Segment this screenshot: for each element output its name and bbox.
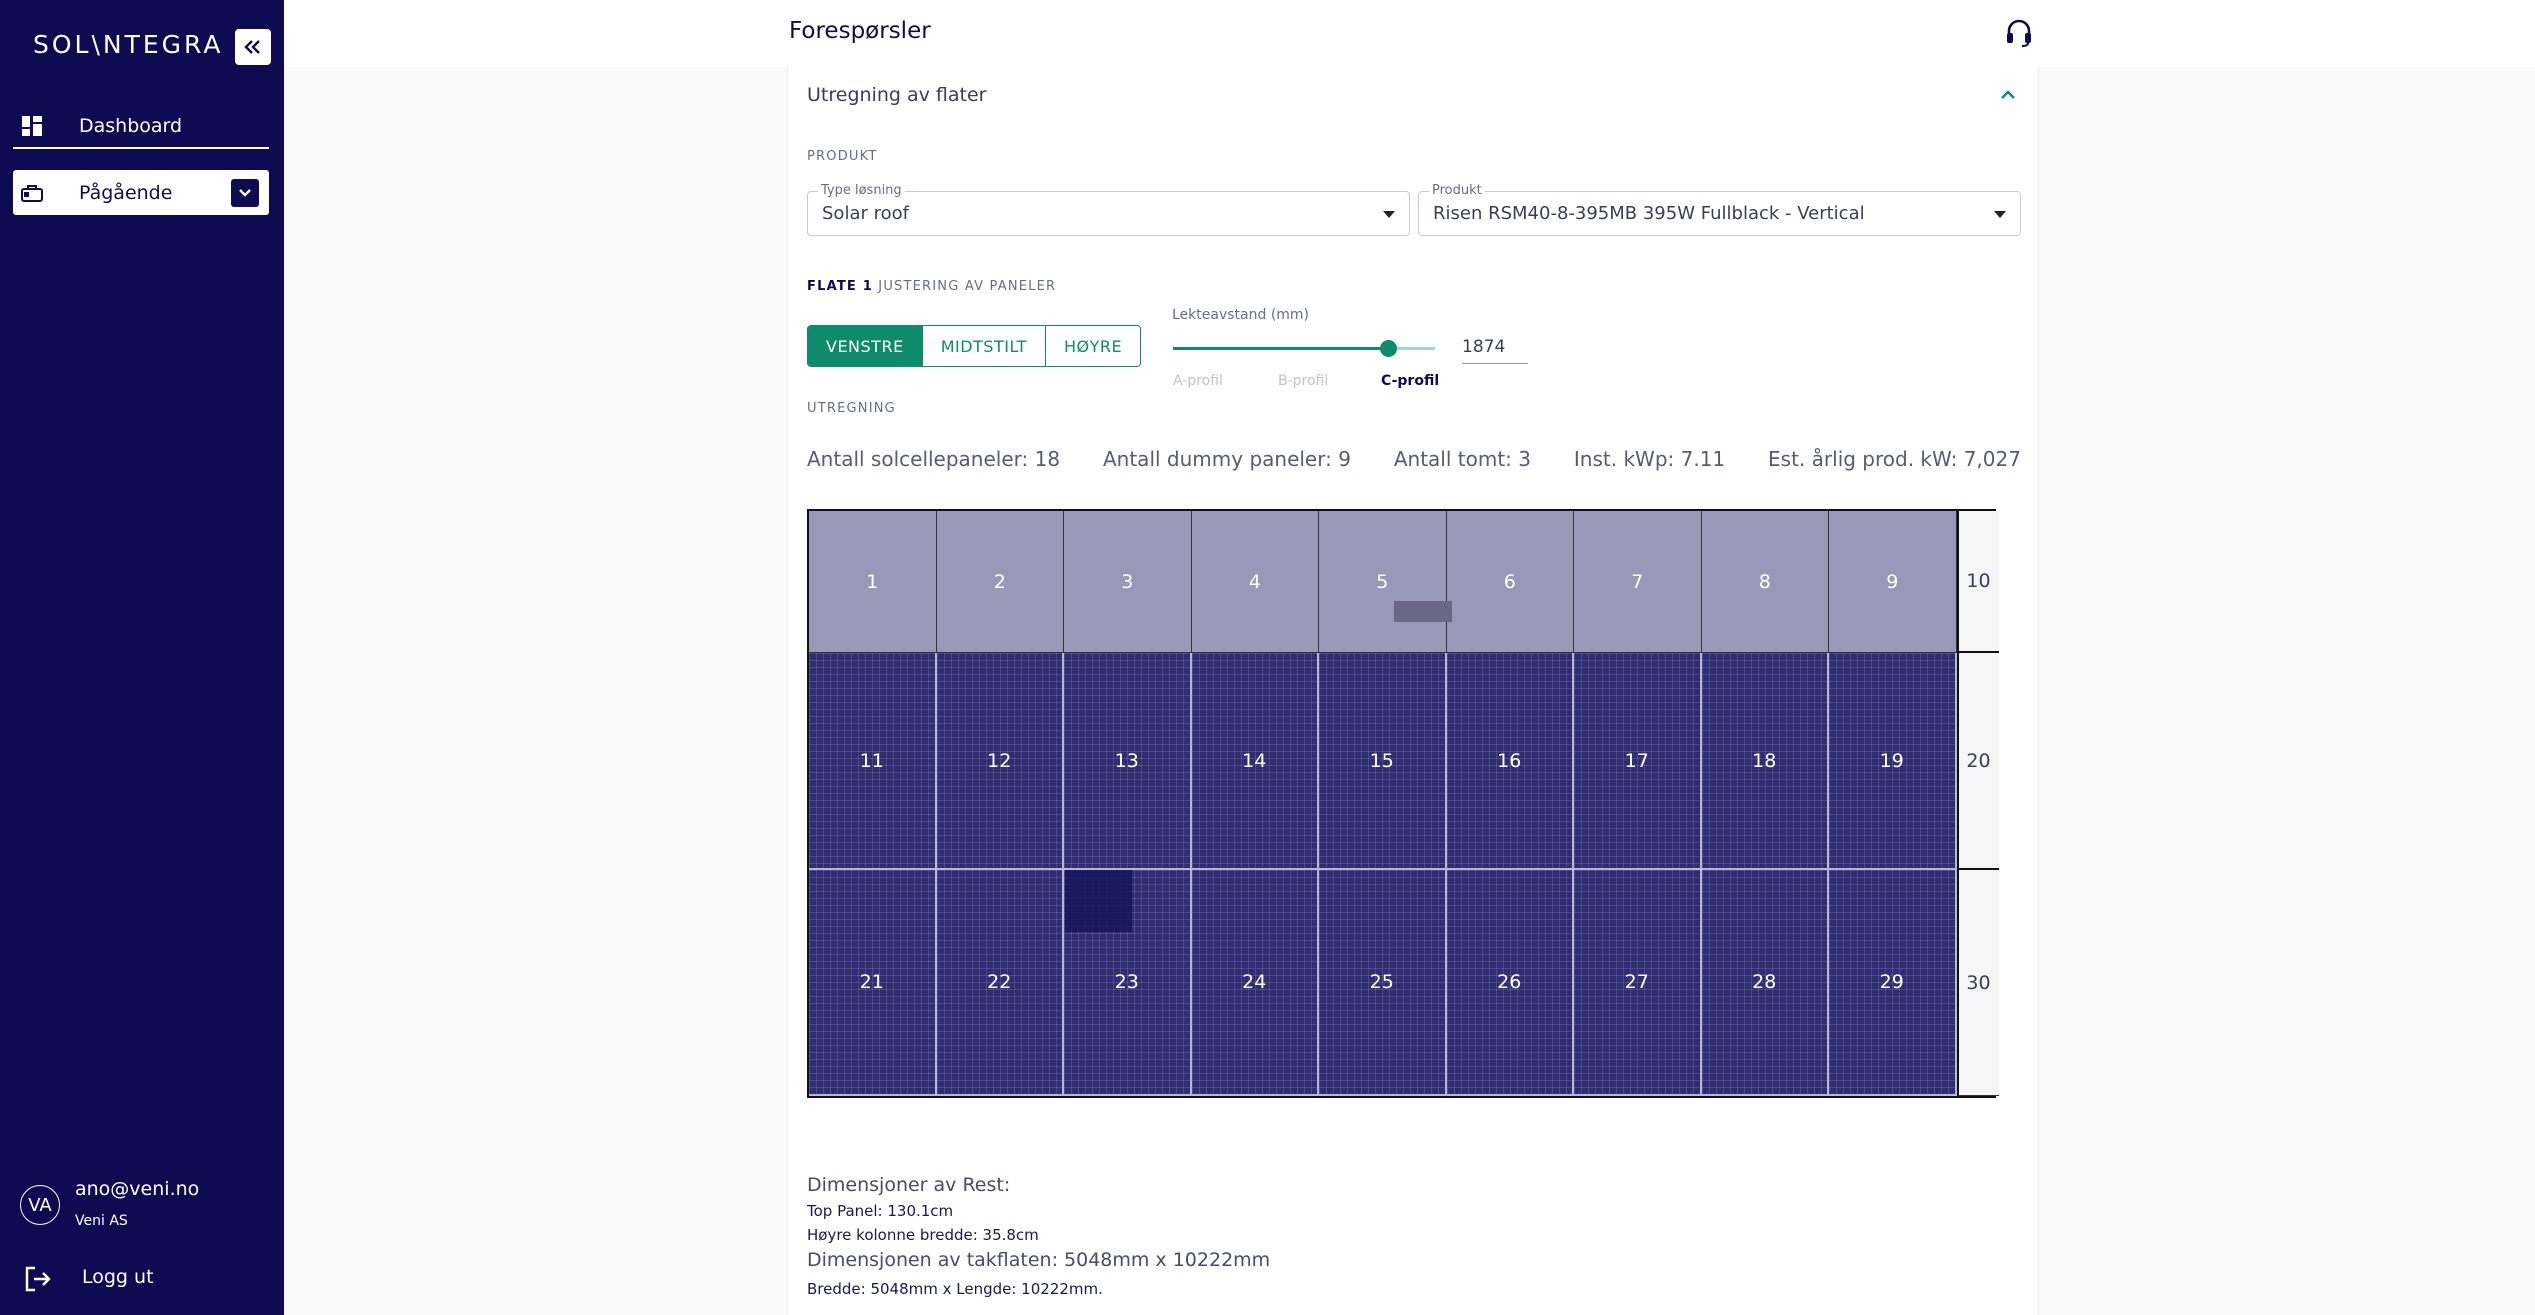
type-select-value: Solar roof [822,203,909,224]
solar-panel[interactable]: 16 [1446,653,1574,870]
solar-panel[interactable]: 28 [1701,870,1829,1096]
flate-subtitle: JUSTERING AV PANELER [878,279,1057,294]
empty-slot[interactable]: 20 [1956,653,1999,870]
empty-slot[interactable]: 30 [1956,870,1999,1096]
alignment-toggle-group: VENSTRE MIDTSTILT HØYRE [807,325,1142,367]
top-bar: Forespørsler [284,0,2535,67]
dummy-panel[interactable]: 6 [1446,511,1574,653]
empty-slot[interactable]: 10 [1956,511,1999,653]
logout-icon[interactable] [24,1266,52,1292]
right-column-dim: Høyre kolonne bredde: 35.8cm [807,1226,1039,1244]
dummy-panel[interactable]: 7 [1574,511,1702,653]
panel-row: 1 2 3 4 5 6 7 8 9 10 [809,511,1999,653]
solar-panel[interactable]: 13 [1064,653,1192,870]
user-email: ano@veni.no [75,1178,200,1200]
solar-panel[interactable]: 19 [1829,653,1957,870]
double-chevron-left-icon [244,40,260,54]
shadow-marker [1065,870,1132,932]
flate-heading: FLATE 1 JUSTERING AV PANELER [807,279,1056,294]
solar-panel[interactable]: 24 [1191,870,1319,1096]
product-overline: PRODUKT [807,149,878,164]
solar-panel[interactable]: 29 [1829,870,1957,1096]
stats-row: Antall solcellepaneler: 18 Antall dummy … [807,447,2021,471]
calculation-card: Utregning av flater PRODUKT Type løsning… [787,67,2039,1315]
top-panel-dim: Top Panel: 130.1cm [807,1202,954,1220]
roof-dims-detail: Bredde: 5048mm x Lengde: 10222mm. [807,1280,1103,1298]
calc-overline: UTREGNING [807,401,896,416]
page-title: Forespørsler [789,18,931,44]
solar-panel[interactable]: 21 [809,870,937,1096]
user-company: Veni AS [75,1213,128,1229]
stat-solar-panels: Antall solcellepaneler: 18 [807,447,1061,471]
slider-mark-b[interactable]: B-profil [1278,373,1328,389]
slider-mark-c[interactable]: C-profil [1381,373,1439,389]
nav-label-dashboard: Dashboard [79,114,183,137]
dummy-panel[interactable]: 9 [1829,511,1957,653]
solar-panel[interactable]: 18 [1701,653,1829,870]
logout-button[interactable]: Logg ut [82,1266,154,1288]
chevron-down-icon[interactable] [231,178,259,207]
stat-dummy-panels: Antall dummy paneler: 9 [1102,447,1351,471]
slider-thumb[interactable] [1379,340,1397,357]
collapse-sidebar-button[interactable] [235,29,271,65]
slider-fill [1173,347,1388,350]
stat-annual-prod: Est. årlig prod. kW: 7,027 [1768,447,2021,471]
align-center-button[interactable]: MIDTSTILT [922,326,1046,366]
lekteavstand-slider[interactable] [1173,340,1435,357]
stat-kwp: Inst. kWp: 7.11 [1573,447,1726,471]
briefcase-icon [21,182,43,204]
dummy-panel[interactable]: 2 [936,511,1064,653]
product-select-label: Produkt [1429,183,1485,198]
type-select[interactable]: Type løsning Solar roof [807,183,1410,236]
nav-item-dashboard[interactable]: Dashboard [13,104,269,149]
product-select[interactable]: Produkt Risen RSM40-8-395MB 395W Fullbla… [1418,183,2021,236]
panel-row: 21 22 23 24 25 26 27 28 29 30 [809,870,1999,1096]
app-logo: SOL\NTEGRA [33,30,224,59]
nav-label-pagaende: Pågående [79,181,173,204]
sidebar: SOL\NTEGRA Dashboard Pågående VA ano@ven… [0,0,284,1315]
nav-item-pagaende[interactable]: Pågående [13,170,269,215]
dummy-panel[interactable]: 5 [1319,511,1447,653]
slider-mark-a[interactable]: A-profil [1173,373,1223,389]
align-right-button[interactable]: HØYRE [1045,326,1141,366]
dummy-panel[interactable]: 4 [1191,511,1319,653]
dropdown-arrow-icon [1994,211,2006,218]
dropdown-arrow-icon [1383,211,1395,218]
flate-title: FLATE 1 [807,279,873,294]
solar-panel[interactable]: 12 [936,653,1064,870]
solar-panel[interactable]: 26 [1446,870,1574,1096]
solar-panel[interactable]: 15 [1319,653,1447,870]
dummy-panel[interactable]: 1 [809,511,937,653]
section-title[interactable]: Utregning av flater [807,84,986,106]
avatar: VA [20,1185,60,1225]
dashboard-icon [21,115,43,137]
solar-panel[interactable]: 14 [1191,653,1319,870]
solar-panel[interactable]: 17 [1574,653,1702,870]
panel-grid: 1 2 3 4 5 6 7 8 9 10 11 12 13 14 15 16 17 18 19 20 21 22 23 24 2… [807,509,1999,1098]
dummy-panel[interactable]: 8 [1701,511,1829,653]
solar-panel[interactable]: 11 [809,653,937,870]
slider-label: Lekteavstand (mm) [1172,307,1310,323]
rest-dims-title: Dimensjoner av Rest: [807,1174,1011,1196]
align-left-button[interactable]: VENSTRE [808,326,923,366]
roof-dims-title: Dimensjonen av takflaten: 5048mm x 10222… [807,1249,1271,1271]
solar-panel[interactable]: 22 [936,870,1064,1096]
type-select-label: Type løsning [818,183,905,198]
panel-row: 11 12 13 14 15 16 17 18 19 20 [809,653,1999,870]
obstruction-marker [1394,601,1452,622]
chevron-up-icon[interactable] [1998,87,2018,103]
headset-icon[interactable] [2005,18,2033,48]
solar-panel[interactable]: 25 [1319,870,1447,1096]
stat-empty: Antall tomt: 3 [1393,447,1531,471]
dummy-panel[interactable]: 3 [1064,511,1192,653]
solar-panel[interactable]: 27 [1574,870,1702,1096]
lekteavstand-input[interactable]: 1874 [1462,337,1528,364]
product-select-value: Risen RSM40-8-395MB 395W Fullblack - Ver… [1433,203,1865,224]
